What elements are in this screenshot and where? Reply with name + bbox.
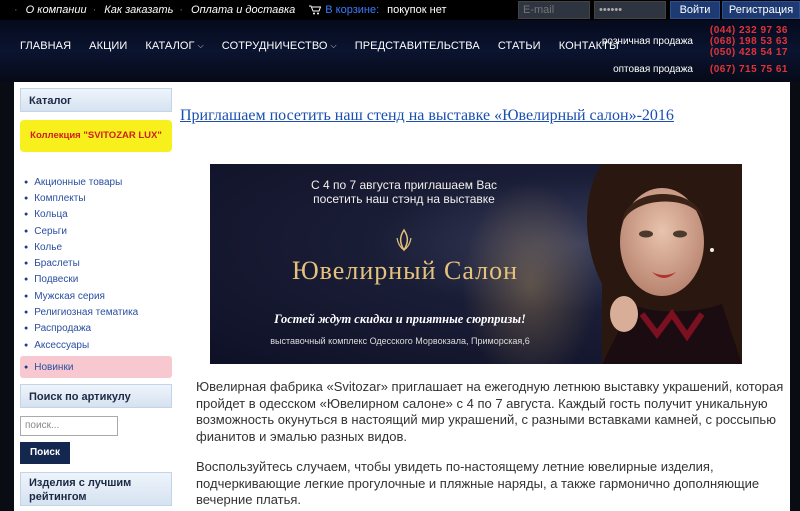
nav-home[interactable]: ГЛАВНАЯ [20, 40, 71, 52]
menu-label: Подвески [34, 274, 79, 286]
menu-item[interactable]: ● Кольца [20, 207, 172, 223]
nav-label: ГЛАВНАЯ [20, 40, 72, 52]
top-rated-heading: Изделия с лучшим рейтингом [20, 472, 172, 507]
phone-number[interactable]: (068) 198 53 63 [696, 36, 788, 48]
top-bar: · О компании · Как заказать · Оплата и д… [0, 0, 800, 20]
article-search-input[interactable]: поиск... [20, 416, 118, 437]
wholesale-label: оптовая продажа [613, 64, 693, 75]
menu-item-active[interactable]: ● Новинки [20, 356, 172, 379]
nav-label: КАТАЛОГ [145, 40, 195, 52]
menu-item[interactable]: ● Серьги [20, 223, 172, 239]
phone-number[interactable]: (044) 232 97 36 [696, 25, 788, 37]
exhibition-banner: С 4 по 7 августа приглашаем Вас посетить… [210, 164, 742, 364]
phone-row: (050) 428 54 17 [602, 47, 788, 59]
content-area: Каталог Коллекция "SVITOZAR LUX" ● Акцион… [14, 82, 790, 511]
bullet: · [92, 4, 97, 16]
phone-number[interactable]: (067) 715 75 61 [696, 64, 788, 76]
menu-label: Кольца [34, 209, 68, 221]
nav-label: АКЦИИ [89, 40, 128, 52]
menu-label: Религиозная тематика [34, 307, 139, 319]
article-paragraph-2: Воспользуйтесь случаем, чтобы увидеть по… [196, 459, 760, 507]
nav-label: СОТРУДНИЧЕСТВО [221, 40, 328, 52]
menu-label: Распродажа [34, 323, 92, 335]
banner-slogan: Гостей ждут скидки и приятные сюрпризы! [274, 312, 526, 326]
menu-item[interactable]: ● Религиозная тематика [20, 304, 172, 320]
menu-item[interactable]: ● Аксессуары [20, 337, 172, 353]
nav-promotions[interactable]: АКЦИИ [89, 40, 127, 52]
menu-label: Браслеты [34, 258, 80, 270]
menu-label: Серьги [34, 225, 68, 237]
menu-label: Акционные товары [34, 176, 123, 188]
menu-item[interactable]: ● Распродажа [20, 321, 172, 337]
bullet-icon: ● [24, 292, 29, 300]
bullet-icon: ● [24, 178, 29, 186]
bullet-icon: ● [24, 341, 29, 349]
bullet-icon: ● [24, 325, 29, 333]
menu-label: Мужская серия [34, 290, 105, 302]
cart-link[interactable]: В корзине: [325, 4, 379, 16]
bullet-icon: ● [24, 227, 29, 235]
nav-cooperation[interactable]: СОТРУДНИЧЕСТВО ⌵ [222, 40, 337, 52]
bullet-icon: ● [24, 243, 29, 251]
cart[interactable]: В корзине: покупок нет [309, 4, 447, 16]
retail-label: розничная продажа [601, 36, 693, 47]
article-paragraph-1: Ювелирная фабрика «Svitozar» приглашает … [196, 379, 784, 444]
bullet-icon: ● [24, 276, 29, 284]
menu-label: Колье [34, 241, 63, 253]
promo-collection-button[interactable]: Коллекция "SVITOZAR LUX" [20, 120, 172, 152]
menu-item[interactable]: ● Колье [20, 239, 172, 255]
top-links: · О компании · Как заказать · Оплата и д… [14, 4, 447, 16]
nav-label: ПРЕДСТАВИТЕЛЬСТВА [354, 40, 480, 52]
nav-label: СТАТЬИ [497, 40, 541, 52]
nav-representatives[interactable]: ПРЕДСТАВИТЕЛЬСТВА [355, 40, 480, 52]
chevron-down-icon: ⌵ [330, 41, 337, 50]
link-payment-delivery[interactable]: Оплата и доставка [191, 4, 295, 16]
article-title[interactable]: Приглашаем посетить наш стенд на выставк… [180, 107, 674, 125]
phone-number[interactable]: (050) 428 54 17 [696, 47, 788, 59]
banner-line2: посетить наш стэнд на выставке [313, 192, 495, 206]
catalog-heading: Каталог [20, 88, 172, 112]
search-heading: Поиск по артикулу [20, 384, 172, 409]
main-nav: ГЛАВНАЯ АКЦИИ КАТАЛОГ ⌵ СОТРУДНИЧЕСТВО ⌵ П… [20, 40, 619, 52]
bullet-icon: ● [24, 260, 29, 268]
bullet: · [179, 4, 184, 16]
phone-block: (044) 232 97 36 розничная продажа (068) 1… [601, 25, 788, 76]
crown-logo-icon [396, 228, 412, 252]
password-input[interactable] [594, 1, 666, 19]
model-portrait-image [587, 164, 742, 364]
menu-item[interactable]: ● Акционные товары [20, 174, 172, 190]
cart-status: покупок нет [387, 4, 447, 16]
search-button[interactable]: Поиск [20, 442, 70, 465]
banner-venue: выставочный комплекс Одесского Морвокзал… [270, 336, 530, 346]
bullet-icon: ● [24, 309, 29, 317]
link-about[interactable]: О компании [26, 4, 87, 16]
banner-line1: С 4 по 7 августа приглашаем Вас [310, 178, 498, 192]
bullet-icon: ● [24, 194, 29, 202]
banner-brand: Ювелирный Салон [291, 256, 519, 285]
menu-item[interactable]: ● Браслеты [20, 255, 172, 271]
email-input[interactable] [518, 1, 590, 19]
menu-label: Комплекты [34, 192, 86, 204]
phone-row: оптовая продажа (067) 715 75 61 [602, 64, 788, 76]
cart-icon [309, 5, 322, 15]
link-how-to-order[interactable]: Как заказать [104, 4, 173, 16]
register-button[interactable]: Регистрация [722, 1, 800, 19]
menu-label: Новинки [34, 361, 74, 373]
login-button[interactable]: Войти [670, 1, 720, 19]
nav-catalog[interactable]: КАТАЛОГ ⌵ [145, 40, 203, 52]
menu-item[interactable]: ● Комплекты [20, 190, 172, 206]
bullet-icon: ● [24, 363, 29, 371]
catalog-menu: ● Акционные товары ● Комплекты ● Кольца ● Се… [20, 174, 172, 379]
nav-articles[interactable]: СТАТЬИ [498, 40, 541, 52]
menu-label: Аксессуары [34, 339, 90, 351]
bullet: · [14, 4, 18, 16]
main-navbar: ГЛАВНАЯ АКЦИИ КАТАЛОГ ⌵ СОТРУДНИЧЕСТВО ⌵ П… [0, 20, 800, 82]
chevron-down-icon: ⌵ [197, 41, 204, 50]
menu-item[interactable]: ● Подвески [20, 272, 172, 288]
menu-item[interactable]: ● Мужская серия [20, 288, 172, 304]
bullet-icon: ● [24, 211, 29, 219]
sidebar: Каталог Коллекция "SVITOZAR LUX" ● Акцион… [20, 88, 172, 507]
